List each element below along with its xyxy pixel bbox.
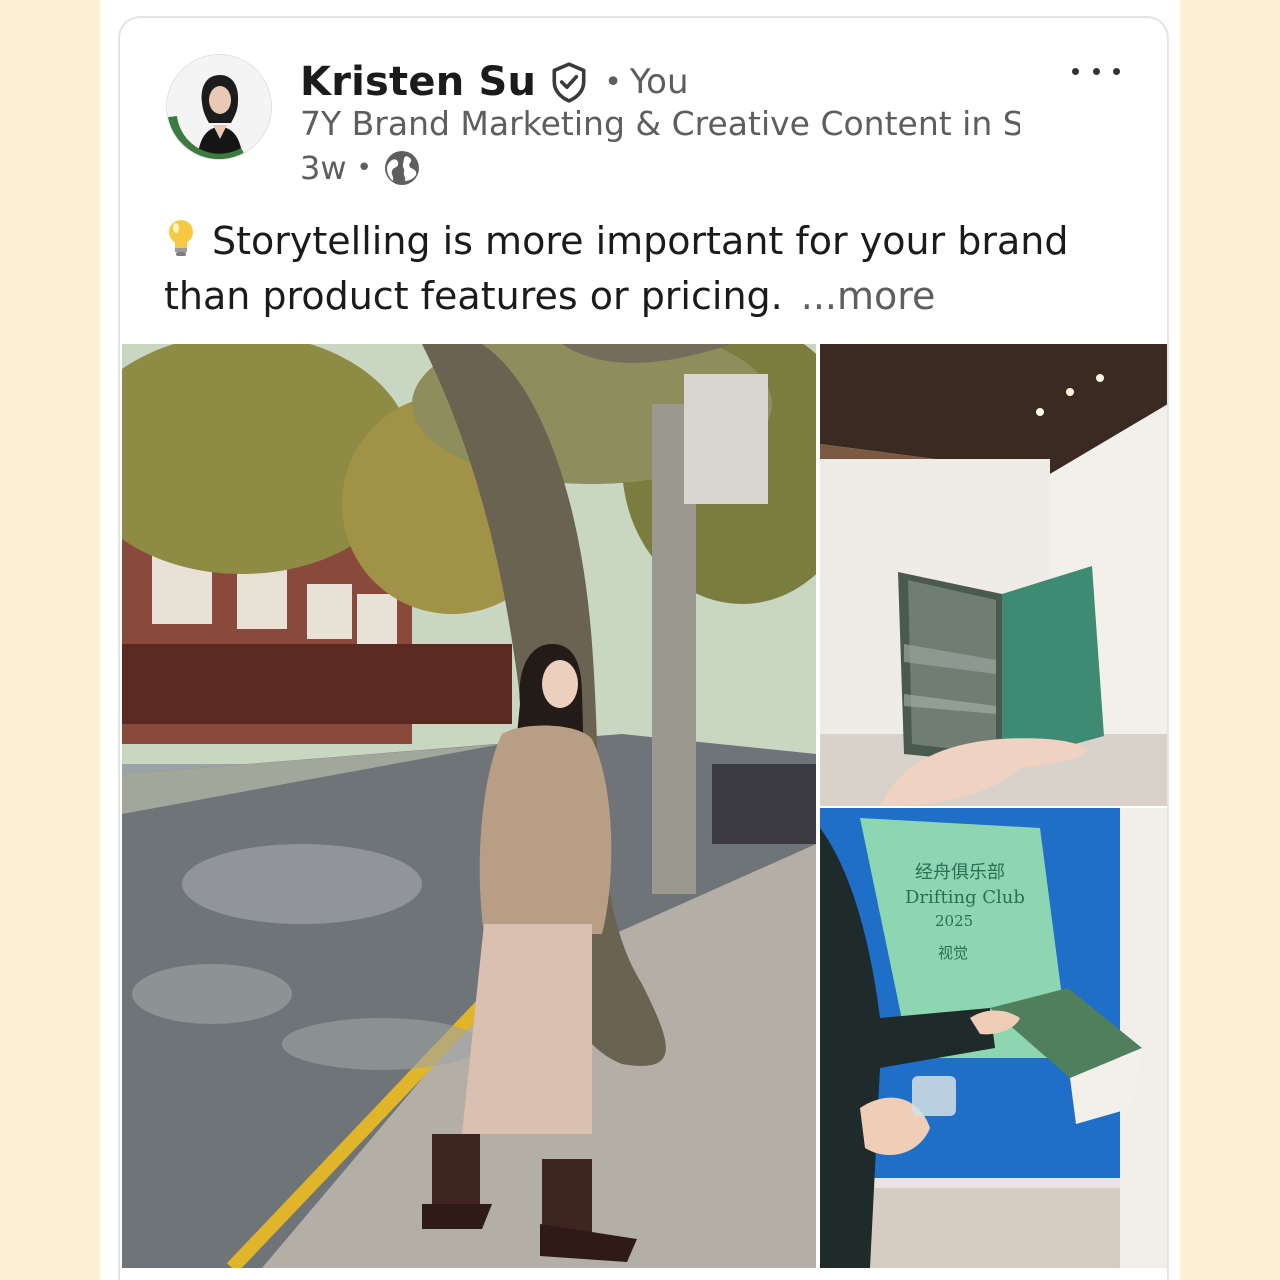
post-text-line2: than product features or pricing. xyxy=(164,274,783,318)
post-body: Storytelling is more important for your … xyxy=(164,214,1124,324)
light-bulb-icon xyxy=(169,220,193,256)
more-options-button[interactable] xyxy=(1072,56,1120,86)
post-image-gallery-book[interactable] xyxy=(820,344,1167,806)
verified-shield-icon xyxy=(552,62,586,103)
post-image-street[interactable] xyxy=(122,344,816,1268)
street-photo xyxy=(122,344,816,1268)
more-dot xyxy=(1092,67,1100,75)
more-dot xyxy=(1113,67,1120,75)
separator-dot: • xyxy=(604,64,622,100)
globe-icon xyxy=(384,151,419,185)
see-more-link[interactable]: ...more xyxy=(801,274,936,318)
post-timestamp: 3w xyxy=(300,149,347,187)
author-headline: 7Y Brand Marketing & Creative Content in… xyxy=(300,104,1020,143)
separator-dot: • xyxy=(356,153,372,183)
avatar-photo xyxy=(167,55,271,159)
screen-text-line: 2025 xyxy=(935,912,973,930)
screen-book-photo: 经舟俱乐部 Drifting Club 2025 视觉 xyxy=(820,808,1167,1268)
screen-text-line: 视觉 xyxy=(938,944,968,962)
more-dot xyxy=(1072,67,1079,75)
screen-text-line: Drifting Club xyxy=(905,887,1025,908)
post-text-line: than product features or pricing. ...more xyxy=(164,269,1124,324)
post-image-screen-book[interactable]: 经舟俱乐部 Drifting Club 2025 视觉 xyxy=(820,808,1167,1268)
gallery-book-photo xyxy=(820,344,1167,806)
author-name[interactable]: Kristen Su xyxy=(300,59,536,105)
connection-degree: You xyxy=(629,62,689,102)
feed-post-card: Kristen Su • You 7Y Brand Marketing & Cr… xyxy=(118,16,1169,1280)
avatar[interactable] xyxy=(166,54,272,160)
post-text-line: Storytelling is more important for your … xyxy=(164,214,1124,269)
screen-text-line: 经舟俱乐部 xyxy=(915,862,1005,883)
post-text-line1: Storytelling is more important for your … xyxy=(212,219,1069,263)
